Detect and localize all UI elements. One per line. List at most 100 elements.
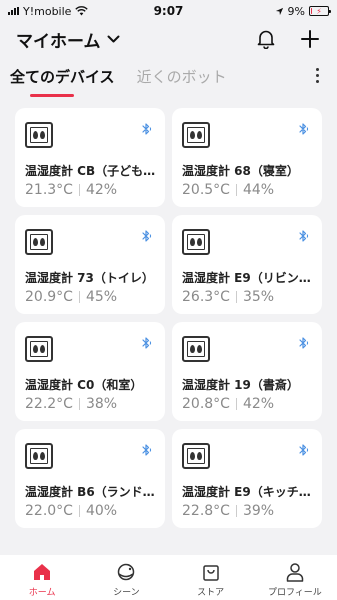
thermometer-hygrometer-icon xyxy=(182,336,210,362)
device-card[interactable]: 温湿度計 19（書斎） 20.8°C 42% xyxy=(172,322,322,421)
bluetooth-icon xyxy=(299,123,309,135)
temperature-value: 20.9°C xyxy=(25,289,73,305)
app-header: マイホーム xyxy=(0,22,337,56)
nav-scene-label: シーン xyxy=(113,588,140,598)
device-readings: 20.9°C 45% xyxy=(25,289,117,305)
plus-icon xyxy=(301,30,319,48)
header-actions xyxy=(255,28,321,50)
temperature-value: 20.8°C xyxy=(182,396,230,412)
device-name: 温湿度計 68（寝室） xyxy=(182,164,299,178)
device-card[interactable]: 温湿度計 E9（リビン… 26.3°C 35% xyxy=(172,215,322,314)
device-card[interactable]: 温湿度計 CB（子ども… 21.3°C 42% xyxy=(15,108,165,207)
add-device-button[interactable] xyxy=(299,28,321,50)
bell-icon xyxy=(257,30,275,49)
device-readings: 20.8°C 42% xyxy=(182,396,274,412)
bluetooth-icon xyxy=(299,444,309,456)
thermometer-hygrometer-icon xyxy=(25,229,53,255)
divider xyxy=(78,291,80,303)
humidity-value: 42% xyxy=(242,396,275,412)
chevron-down-icon xyxy=(107,35,119,42)
bluetooth-icon xyxy=(142,337,152,349)
humidity-value: 42% xyxy=(85,182,118,198)
divider xyxy=(78,505,80,517)
humidity-value: 39% xyxy=(242,503,275,519)
nav-profile-label: プロフィール xyxy=(267,588,322,598)
wifi-icon xyxy=(75,6,89,16)
nav-store-label: ストア xyxy=(197,588,225,598)
nav-scene[interactable]: シーン xyxy=(84,555,168,600)
shopping-bag-icon xyxy=(202,565,219,581)
tab-nearby-bots[interactable]: 近くのボット xyxy=(137,62,227,87)
location-icon xyxy=(275,7,283,15)
device-card[interactable]: 温湿度計 68（寝室） 20.5°C 44% xyxy=(172,108,322,207)
device-name: 温湿度計 CB（子ども… xyxy=(25,164,156,178)
temperature-value: 21.3°C xyxy=(25,182,73,198)
more-dot xyxy=(315,80,319,83)
more-options-button[interactable] xyxy=(307,68,327,83)
home-selector[interactable]: マイホーム xyxy=(16,27,120,52)
carrier-label: Y!mobile xyxy=(23,4,72,18)
status-right: 9% ⚡ xyxy=(275,4,331,18)
device-name: 温湿度計 B6（ランド… xyxy=(25,485,155,499)
tab-all-devices[interactable]: 全てのデバイス xyxy=(10,62,115,97)
device-tabs: 全てのデバイス 近くのボット xyxy=(0,62,337,100)
status-left: Y!mobile xyxy=(8,4,89,18)
device-card[interactable]: 温湿度計 C0（和室） 22.2°C 38% xyxy=(15,322,165,421)
nav-home-label: ホーム xyxy=(28,588,56,598)
bluetooth-icon xyxy=(142,444,152,456)
thermometer-hygrometer-icon xyxy=(25,443,53,469)
device-name: 温湿度計 C0（和室） xyxy=(25,378,143,392)
device-card[interactable]: 温湿度計 B6（ランド… 22.0°C 40% xyxy=(15,429,165,528)
nav-store[interactable]: ストア xyxy=(169,555,253,600)
temperature-value: 22.0°C xyxy=(25,503,73,519)
home-title: マイホーム xyxy=(16,31,101,52)
bluetooth-icon xyxy=(142,230,152,242)
thermometer-hygrometer-icon xyxy=(182,122,210,148)
humidity-value: 44% xyxy=(242,182,275,198)
device-grid: 温湿度計 CB（子ども… 21.3°C 42% 温湿度計 68（寝室） 20.5°C 44… xyxy=(0,108,337,528)
temperature-value: 20.5°C xyxy=(182,182,230,198)
device-readings: 22.8°C 39% xyxy=(182,503,274,519)
thermometer-hygrometer-icon xyxy=(182,443,210,469)
divider xyxy=(235,291,237,303)
device-name: 温湿度計 E9（キッチ… xyxy=(182,485,311,499)
divider xyxy=(78,184,80,196)
thermometer-hygrometer-icon xyxy=(25,122,53,148)
device-readings: 26.3°C 35% xyxy=(182,289,274,305)
device-name: 温湿度計 73（トイレ） xyxy=(25,271,154,285)
humidity-value: 45% xyxy=(85,289,118,305)
temperature-value: 22.2°C xyxy=(25,396,73,412)
divider xyxy=(78,398,80,410)
temperature-value: 26.3°C xyxy=(182,289,230,305)
bluetooth-icon xyxy=(299,337,309,349)
battery-icon: ⚡ xyxy=(309,6,331,16)
bluetooth-icon xyxy=(142,123,152,135)
divider xyxy=(235,184,237,196)
device-name: 温湿度計 19（書斎） xyxy=(182,378,299,392)
user-icon xyxy=(286,563,304,582)
divider xyxy=(235,398,237,410)
nav-profile[interactable]: プロフィール xyxy=(253,555,337,600)
scene-icon xyxy=(118,563,135,581)
home-icon xyxy=(34,564,51,580)
status-bar: Y!mobile 9:07 9% ⚡ xyxy=(0,0,337,22)
device-card[interactable]: 温湿度計 73（トイレ） 20.9°C 45% xyxy=(15,215,165,314)
device-card[interactable]: 温湿度計 E9（キッチ… 22.8°C 39% xyxy=(172,429,322,528)
device-name: 温湿度計 E9（リビン… xyxy=(182,271,311,285)
notification-button[interactable] xyxy=(255,28,277,50)
bluetooth-icon xyxy=(299,230,309,242)
thermometer-hygrometer-icon xyxy=(25,336,53,362)
device-readings: 22.2°C 38% xyxy=(25,396,117,412)
temperature-value: 22.8°C xyxy=(182,503,230,519)
humidity-value: 40% xyxy=(85,503,118,519)
device-readings: 22.0°C 40% xyxy=(25,503,117,519)
signal-icon xyxy=(8,7,19,15)
battery-percent: 9% xyxy=(287,4,305,18)
more-dot xyxy=(315,74,319,77)
humidity-value: 38% xyxy=(85,396,118,412)
divider xyxy=(235,505,237,517)
humidity-value: 35% xyxy=(242,289,275,305)
device-readings: 21.3°C 42% xyxy=(25,182,117,198)
nav-home[interactable]: ホーム xyxy=(0,555,84,600)
device-readings: 20.5°C 44% xyxy=(182,182,274,198)
